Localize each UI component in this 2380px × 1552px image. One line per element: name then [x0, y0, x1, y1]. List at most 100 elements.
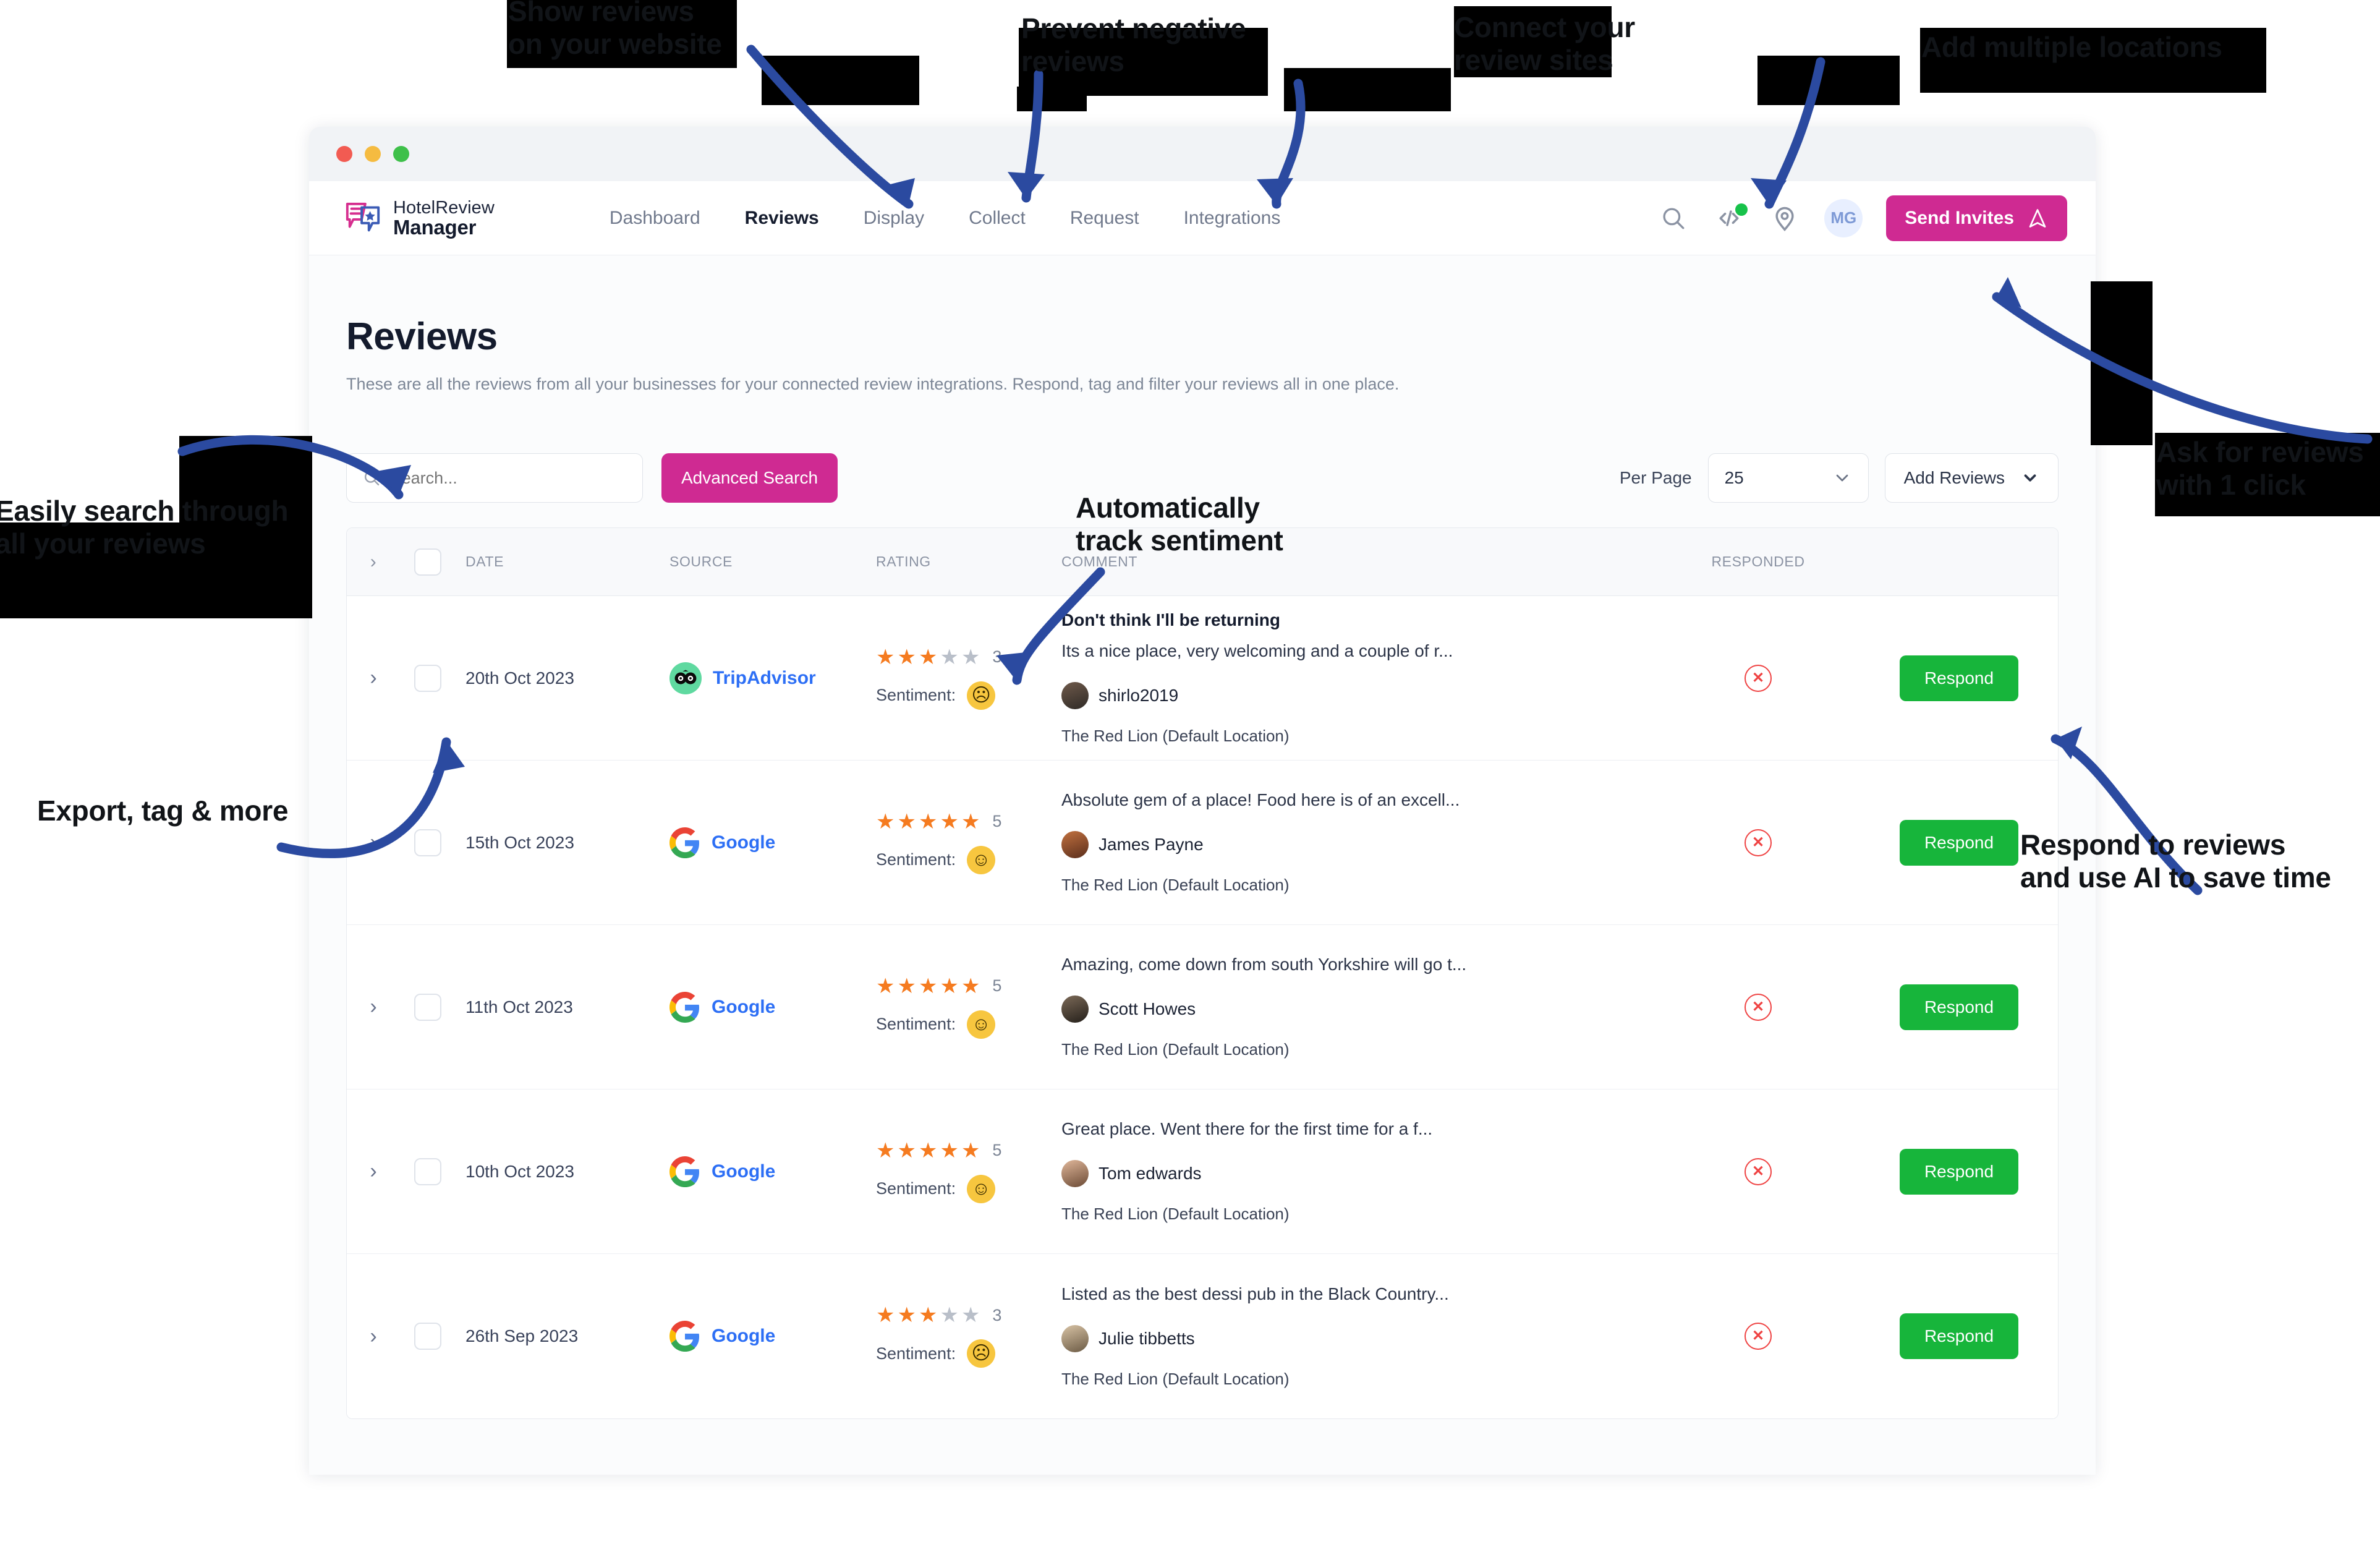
- review-source[interactable]: TripAdvisor: [669, 662, 870, 694]
- row-checkbox[interactable]: [414, 664, 441, 692]
- review-date: 10th Oct 2023: [465, 1161, 574, 1181]
- annotation-track-sentiment: Automatically track sentiment: [1076, 492, 1283, 557]
- brand-name-top: HotelReview: [393, 197, 495, 218]
- nav-item-collect[interactable]: Collect: [946, 208, 1048, 229]
- expand-all-icon[interactable]: ›: [370, 552, 377, 573]
- review-location: The Red Lion (Default Location): [1061, 1369, 1290, 1388]
- review-source-label: Google: [712, 832, 776, 853]
- review-source[interactable]: Google: [669, 991, 870, 1023]
- rating-stars: ★ ★ ★ ★ ★ 5: [876, 974, 1002, 998]
- review-comment-cell: Absolute gem of a place! Food here is of…: [1055, 790, 1656, 895]
- review-source[interactable]: Google: [669, 1156, 870, 1187]
- respond-button[interactable]: Respond: [1899, 1148, 2019, 1195]
- review-comment-title: Don't think I'll be returning: [1061, 610, 1280, 629]
- toolbar-right: Per Page 25 Add Reviews: [1620, 453, 2059, 503]
- rating-stars: ★ ★ ★ ★ ★ 3: [876, 645, 1002, 669]
- redaction-bar: [762, 56, 919, 105]
- search-icon: [364, 471, 380, 485]
- row-expand-icon[interactable]: ›: [370, 995, 376, 1019]
- redaction-bar: [1017, 87, 1087, 111]
- sentiment-label: Sentiment:: [876, 686, 956, 704]
- annotation-respond-reviews: Respond to reviews and use AI to save ti…: [2020, 829, 2331, 894]
- rating-value: 5: [992, 1141, 1002, 1159]
- respond-button[interactable]: Respond: [1899, 1313, 2019, 1359]
- nav-item-dashboard[interactable]: Dashboard: [587, 208, 723, 229]
- window-close-dot[interactable]: [336, 146, 352, 162]
- sentiment-negative-icon: ☹: [967, 1339, 996, 1368]
- respond-button[interactable]: Respond: [1899, 984, 2019, 1030]
- review-source-label: TripAdvisor: [713, 667, 816, 688]
- review-comment-cell: Amazing, come down from south Yorkshire …: [1055, 955, 1656, 1059]
- review-location: The Red Lion (Default Location): [1061, 1040, 1290, 1059]
- google-icon: [669, 991, 700, 1023]
- review-source-label: Google: [712, 996, 776, 1017]
- send-invites-button[interactable]: Send Invites: [1886, 195, 2067, 241]
- row-expand-icon[interactable]: ›: [370, 1324, 376, 1349]
- select-all-checkbox[interactable]: [414, 548, 441, 576]
- nav-right-controls: MG Send Invites: [1657, 195, 2067, 241]
- nav-item-reviews[interactable]: Reviews: [723, 208, 841, 229]
- row-expand-icon[interactable]: ›: [370, 830, 376, 855]
- row-expand-icon[interactable]: ›: [370, 666, 376, 690]
- sentiment-label: Sentiment:: [876, 850, 956, 869]
- review-source[interactable]: Google: [669, 827, 870, 858]
- search-icon[interactable]: [1657, 202, 1689, 234]
- location-pin-icon[interactable]: [1769, 202, 1801, 234]
- review-source[interactable]: Google: [669, 1321, 870, 1352]
- table-row[interactable]: › 15th Oct 2023 Google ★ ★ ★ ★ ★ 5 Sentiment: ☺ Abs…: [347, 761, 2058, 925]
- review-rating-cell: ★ ★ ★ ★ ★ 3 Sentiment: ☹: [870, 1305, 1055, 1368]
- table-row[interactable]: › 26th Sep 2023 Google ★ ★ ★ ★ ★ 3 Sentiment: ☹ Lis…: [347, 1254, 2058, 1418]
- advanced-search-button[interactable]: Advanced Search: [661, 453, 838, 503]
- page-content: Reviews These are all the reviews from a…: [309, 255, 2096, 1475]
- review-comment-body: Amazing, come down from south Yorkshire …: [1061, 955, 1467, 974]
- rating-value: 3: [992, 647, 1002, 666]
- annotation-show-reviews: Show reviews on your website: [508, 0, 722, 61]
- nav-links: Dashboard Reviews Display Collect Reques…: [587, 208, 1303, 229]
- table-row[interactable]: › 10th Oct 2023 Google ★ ★ ★ ★ ★ 5 Sentiment: ☺ Gre…: [347, 1089, 2058, 1254]
- search-input[interactable]: [390, 468, 626, 488]
- respond-button[interactable]: Respond: [1899, 655, 2019, 701]
- nav-item-request[interactable]: Request: [1048, 208, 1162, 229]
- code-icon[interactable]: [1713, 202, 1748, 234]
- table-row[interactable]: › 11th Oct 2023 Google ★ ★ ★ ★ ★ 5 Sentiment: ☺ Ama…: [347, 925, 2058, 1089]
- author-avatar: [1061, 1160, 1089, 1187]
- status-indicator-dot: [1735, 203, 1748, 216]
- chevron-down-icon: [1836, 474, 1848, 482]
- review-comment-body: Great place. Went there for the first ti…: [1061, 1119, 1433, 1138]
- page-title: Reviews: [346, 315, 498, 358]
- add-reviews-button[interactable]: Add Reviews: [1884, 453, 2059, 503]
- review-rating-cell: ★ ★ ★ ★ ★ 3 Sentiment: ☹: [870, 647, 1055, 710]
- sentiment-negative-icon: ☹: [967, 681, 996, 710]
- sentiment-positive-icon: ☺: [967, 1010, 996, 1039]
- row-checkbox[interactable]: [414, 1323, 441, 1350]
- screenshot-stage: HotelReview Manager Dashboard Reviews Di…: [0, 0, 2380, 1552]
- annotation-connect-sites: Connect your review sites: [1454, 11, 1635, 77]
- app-navbar: HotelReview Manager Dashboard Reviews Di…: [309, 181, 2096, 255]
- browser-window: HotelReview Manager Dashboard Reviews Di…: [309, 127, 2096, 1475]
- brand-logo[interactable]: HotelReview Manager: [344, 197, 495, 237]
- per-page-label: Per Page: [1619, 468, 1692, 487]
- search-box[interactable]: [346, 453, 643, 503]
- table-row[interactable]: › 20th Oct 2023 TripAdvisor ★ ★ ★ ★ ★ 3 Sentiment…: [347, 596, 2058, 761]
- rating-value: 5: [992, 812, 1002, 830]
- window-minimize-dot[interactable]: [365, 146, 381, 162]
- window-maximize-dot[interactable]: [393, 146, 409, 162]
- author-avatar: [1061, 996, 1089, 1023]
- nav-item-integrations[interactable]: Integrations: [1162, 208, 1303, 229]
- row-checkbox[interactable]: [414, 993, 441, 1021]
- not-responded-icon: ✕: [1745, 1158, 1772, 1185]
- review-author: Tom edwards: [1099, 1164, 1202, 1183]
- review-comment-cell: Don't think I'll be returning Its a nice …: [1055, 610, 1656, 746]
- nav-item-display[interactable]: Display: [841, 208, 946, 229]
- review-date: 20th Oct 2023: [465, 668, 574, 688]
- review-author: James Payne: [1099, 835, 1204, 854]
- annotation-add-locations: Add multiple locations: [1921, 31, 2222, 63]
- row-expand-icon[interactable]: ›: [370, 1159, 376, 1183]
- per-page-select[interactable]: 25: [1707, 453, 1869, 503]
- avatar[interactable]: MG: [1824, 198, 1863, 237]
- review-comment-cell: Listed as the best dessi pub in the Blac…: [1055, 1284, 1656, 1389]
- row-checkbox[interactable]: [414, 1158, 441, 1185]
- respond-button[interactable]: Respond: [1899, 819, 2019, 866]
- review-date: 26th Sep 2023: [465, 1326, 579, 1345]
- row-checkbox[interactable]: [414, 829, 441, 856]
